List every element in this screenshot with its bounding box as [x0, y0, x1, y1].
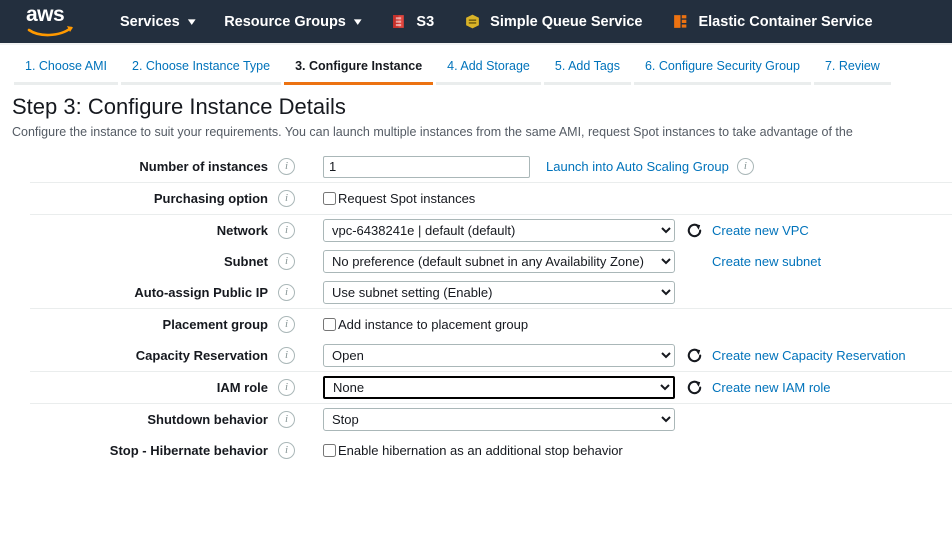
nav-shortcut-ecs[interactable]: Elastic Container Service	[672, 13, 872, 30]
add-instance-to-placement-group-label: Add instance to placement group	[338, 317, 528, 332]
label-number-of-instances: Number of instances	[30, 159, 278, 174]
label-stop-hibernate-behavior: Stop - Hibernate behavior	[30, 443, 278, 458]
info-icon[interactable]: i	[737, 158, 754, 175]
info-icon[interactable]: i	[278, 379, 295, 396]
configure-instance-form: Number of instances i Launch into Auto S…	[0, 151, 952, 466]
refresh-icon[interactable]	[685, 378, 704, 397]
tab-configure-security-group[interactable]: 6. Configure Security Group	[634, 59, 811, 85]
number-of-instances-input[interactable]	[323, 156, 530, 178]
create-new-iam-role-link[interactable]: Create new IAM role	[712, 380, 831, 395]
request-spot-instances-checkbox[interactable]	[323, 192, 336, 205]
aws-swoosh-icon	[27, 25, 75, 37]
capacity-reservation-select[interactable]: Open	[323, 344, 675, 367]
tab-review[interactable]: 7. Review	[814, 59, 891, 85]
label-network: Network	[30, 223, 278, 238]
row-placement-group: Placement group i Add instance to placem…	[30, 309, 952, 340]
tab-add-storage[interactable]: 4. Add Storage	[436, 59, 541, 85]
row-auto-assign-public-ip: Auto-assign Public IP i Use subnet setti…	[30, 277, 952, 308]
label-subnet: Subnet	[30, 254, 278, 269]
add-instance-to-placement-group-checkbox[interactable]	[323, 318, 336, 331]
iam-role-select[interactable]: None	[323, 376, 675, 399]
nav-shortcut-ecs-label: Elastic Container Service	[698, 14, 872, 30]
row-stop-hibernate-behavior: Stop - Hibernate behavior i Enable hiber…	[30, 435, 952, 466]
row-iam-role: IAM role i None Create new IAM role	[30, 372, 952, 403]
wizard-tab-bar: 1. Choose AMI 2. Choose Instance Type 3.…	[0, 45, 952, 85]
nav-resource-groups-label: Resource Groups	[224, 14, 346, 30]
label-shutdown-behavior: Shutdown behavior	[30, 412, 278, 427]
enable-hibernation-checkbox[interactable]	[323, 444, 336, 457]
page-description: Configure the instance to suit your requ…	[12, 124, 952, 141]
sqs-icon	[464, 13, 481, 30]
subnet-select[interactable]: No preference (default subnet in any Ava…	[323, 250, 675, 273]
request-spot-instances-label: Request Spot instances	[338, 191, 475, 206]
label-purchasing-option: Purchasing option	[30, 191, 278, 206]
info-icon[interactable]: i	[278, 253, 295, 270]
info-icon[interactable]: i	[278, 316, 295, 333]
label-auto-assign-public-ip: Auto-assign Public IP	[30, 285, 278, 300]
chevron-down-icon: ▾	[354, 15, 362, 28]
info-icon[interactable]: i	[278, 442, 295, 459]
nav-shortcut-s3[interactable]: S3	[390, 13, 434, 30]
tab-configure-instance[interactable]: 3. Configure Instance	[284, 59, 433, 85]
row-number-of-instances: Number of instances i Launch into Auto S…	[30, 151, 952, 182]
tab-add-tags[interactable]: 5. Add Tags	[544, 59, 631, 85]
s3-icon	[390, 13, 407, 30]
info-icon[interactable]: i	[278, 284, 295, 301]
nav-shortcut-s3-label: S3	[416, 14, 434, 30]
ecs-icon	[672, 13, 689, 30]
aws-wordmark: aws	[26, 5, 78, 25]
row-subnet: Subnet i No preference (default subnet i…	[30, 246, 952, 277]
row-capacity-reservation: Capacity Reservation i Open Create new C…	[30, 340, 952, 371]
refresh-icon[interactable]	[685, 221, 704, 240]
info-icon[interactable]: i	[278, 347, 295, 364]
page-title: Step 3: Configure Instance Details	[12, 93, 952, 121]
chevron-down-icon: ▾	[188, 15, 196, 28]
aws-logo[interactable]: aws	[26, 5, 78, 39]
create-new-subnet-link[interactable]: Create new subnet	[712, 254, 821, 269]
row-shutdown-behavior: Shutdown behavior i Stop	[30, 404, 952, 435]
launch-into-auto-scaling-group-link[interactable]: Launch into Auto Scaling Group	[546, 159, 729, 174]
info-icon[interactable]: i	[278, 158, 295, 175]
enable-hibernation-label: Enable hibernation as an additional stop…	[338, 443, 623, 458]
tab-choose-instance-type[interactable]: 2. Choose Instance Type	[121, 59, 281, 85]
create-new-vpc-link[interactable]: Create new VPC	[712, 223, 809, 238]
form-group-iam: IAM role i None Create new IAM role	[30, 371, 952, 403]
refresh-icon[interactable]	[685, 346, 704, 365]
network-select[interactable]: vpc-6438241e | default (default)	[323, 219, 675, 242]
form-group-shutdown: Shutdown behavior i Stop Stop - Hibernat…	[30, 403, 952, 466]
row-purchasing-option: Purchasing option i Request Spot instanc…	[30, 183, 952, 214]
label-iam-role: IAM role	[30, 380, 278, 395]
top-navigation-bar: aws Services ▾ Resource Groups ▾ S3 Simp…	[0, 0, 952, 45]
tab-choose-ami[interactable]: 1. Choose AMI	[14, 59, 118, 85]
nav-resource-groups[interactable]: Resource Groups ▾	[224, 14, 360, 30]
nav-services-label: Services	[120, 14, 180, 30]
form-group-placement: Placement group i Add instance to placem…	[30, 308, 952, 371]
info-icon[interactable]: i	[278, 411, 295, 428]
nav-shortcut-sqs[interactable]: Simple Queue Service	[464, 13, 642, 30]
page-heading-section: Step 3: Configure Instance Details Confi…	[0, 85, 952, 141]
info-icon[interactable]: i	[278, 190, 295, 207]
form-group-network: Network i vpc-6438241e | default (defaul…	[30, 214, 952, 308]
row-network: Network i vpc-6438241e | default (defaul…	[30, 215, 952, 246]
info-icon[interactable]: i	[278, 222, 295, 239]
label-capacity-reservation: Capacity Reservation	[30, 348, 278, 363]
shutdown-behavior-select[interactable]: Stop	[323, 408, 675, 431]
nav-shortcut-sqs-label: Simple Queue Service	[490, 14, 642, 30]
form-group-instances: Number of instances i Launch into Auto S…	[30, 151, 952, 182]
form-group-purchasing: Purchasing option i Request Spot instanc…	[30, 182, 952, 214]
create-new-capacity-reservation-link[interactable]: Create new Capacity Reservation	[712, 348, 906, 363]
auto-assign-public-ip-select[interactable]: Use subnet setting (Enable)	[323, 281, 675, 304]
label-placement-group: Placement group	[30, 317, 278, 332]
nav-services[interactable]: Services ▾	[120, 14, 194, 30]
